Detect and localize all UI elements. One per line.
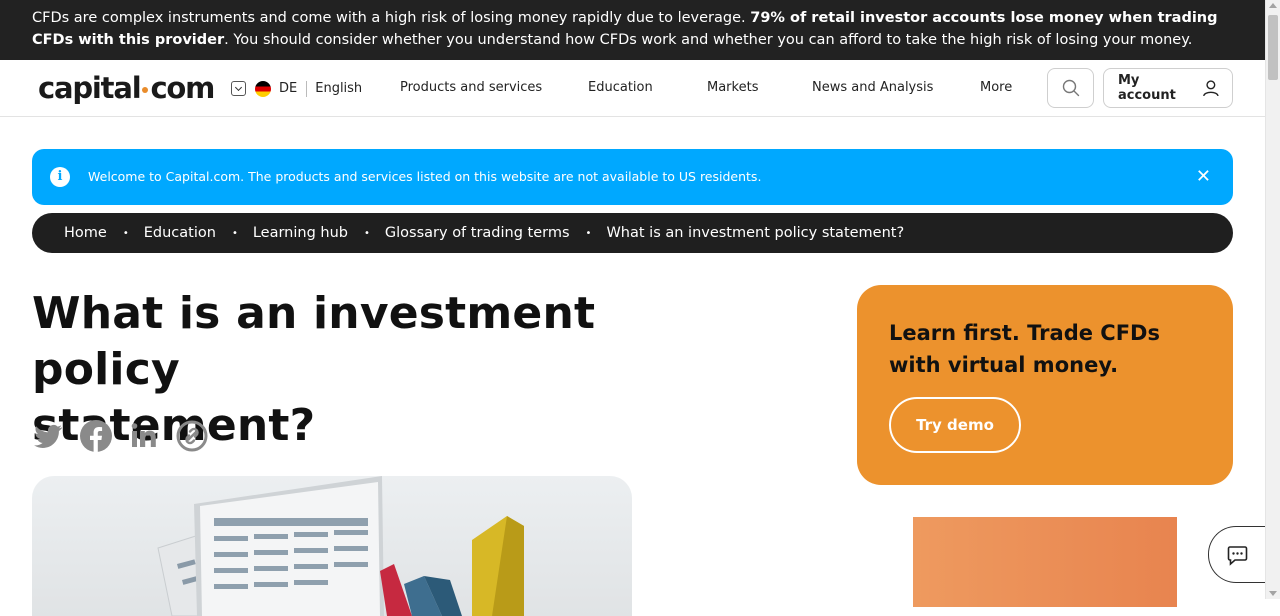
article-hero-image <box>32 476 632 616</box>
nav-more[interactable]: More <box>980 80 1012 95</box>
germany-flag-icon <box>255 80 271 97</box>
nav-news-and-analysis[interactable]: News and Analysis <box>812 80 933 95</box>
my-account-button[interactable]: My account <box>1103 68 1233 108</box>
risk-warning-banner: CFDs are complex instruments and come wi… <box>0 0 1265 60</box>
risk-text-end: . You should consider whether you unders… <box>224 32 1193 48</box>
risk-text-start: CFDs are complex instruments and come wi… <box>32 10 751 26</box>
sidebar-banner-image <box>913 517 1177 607</box>
breadcrumb-separator: • <box>364 227 370 239</box>
hero-illustration <box>157 476 524 616</box>
scroll-up-arrow-icon[interactable] <box>1269 3 1277 8</box>
breadcrumb-current-page: What is an investment policy statement? <box>606 225 905 241</box>
language-label: English <box>315 81 363 96</box>
chat-icon <box>1227 546 1248 566</box>
divider <box>306 80 308 97</box>
page-title-line-2: statement? <box>32 400 316 451</box>
breadcrumb-home[interactable]: Home <box>64 225 107 241</box>
breadcrumb: Home • Education • Learning hub • Glossa… <box>32 213 1233 253</box>
my-account-label: My account <box>1118 73 1176 103</box>
copy-link-icon[interactable] <box>176 420 208 452</box>
try-demo-button[interactable]: Try demo <box>889 397 1021 453</box>
promo-text: Learn first. Trade CFDs with virtual mon… <box>889 321 1160 377</box>
demo-promo-card: Learn first. Trade CFDs with virtual mon… <box>857 285 1233 485</box>
breadcrumb-glossary[interactable]: Glossary of trading terms <box>385 225 570 241</box>
breadcrumb-learning-hub[interactable]: Learning hub <box>253 225 348 241</box>
twitter-icon[interactable] <box>32 420 64 452</box>
breadcrumb-separator: • <box>122 227 129 239</box>
country-code: DE <box>279 81 298 96</box>
logo-text-right: com <box>150 71 215 105</box>
welcome-text: Welcome to Capital.com. The products and… <box>88 169 762 184</box>
breadcrumb-separator: • <box>231 227 238 239</box>
breadcrumb-education[interactable]: Education <box>144 225 216 241</box>
nav-products-and-services[interactable]: Products and services <box>400 80 542 95</box>
chevron-down-icon <box>231 81 246 96</box>
logo-text-left: capital <box>38 71 142 105</box>
page-title-line-1: What is an investment policy <box>32 288 596 395</box>
site-header: capital com DE English Products and servi… <box>0 60 1265 117</box>
language-selector[interactable]: DE English <box>231 80 362 97</box>
search-button[interactable] <box>1047 68 1094 108</box>
facebook-icon[interactable] <box>80 420 112 452</box>
chat-widget-button[interactable] <box>1208 526 1268 583</box>
search-icon <box>1062 79 1079 97</box>
vertical-scrollbar[interactable] <box>1265 0 1280 599</box>
scrollbar-thumb[interactable] <box>1268 15 1278 80</box>
welcome-notice: i Welcome to Capital.com. The products a… <box>32 149 1233 205</box>
linkedin-icon[interactable] <box>128 420 160 452</box>
info-icon: i <box>50 167 70 187</box>
close-icon[interactable]: ✕ <box>1196 167 1211 187</box>
capital-logo[interactable]: capital com <box>38 71 215 105</box>
user-icon <box>1203 80 1219 97</box>
nav-markets[interactable]: Markets <box>707 80 758 95</box>
scroll-down-arrow-icon[interactable] <box>1269 591 1277 596</box>
logo-dot <box>142 87 149 93</box>
nav-education[interactable]: Education <box>588 80 653 95</box>
breadcrumb-separator: • <box>585 227 592 239</box>
